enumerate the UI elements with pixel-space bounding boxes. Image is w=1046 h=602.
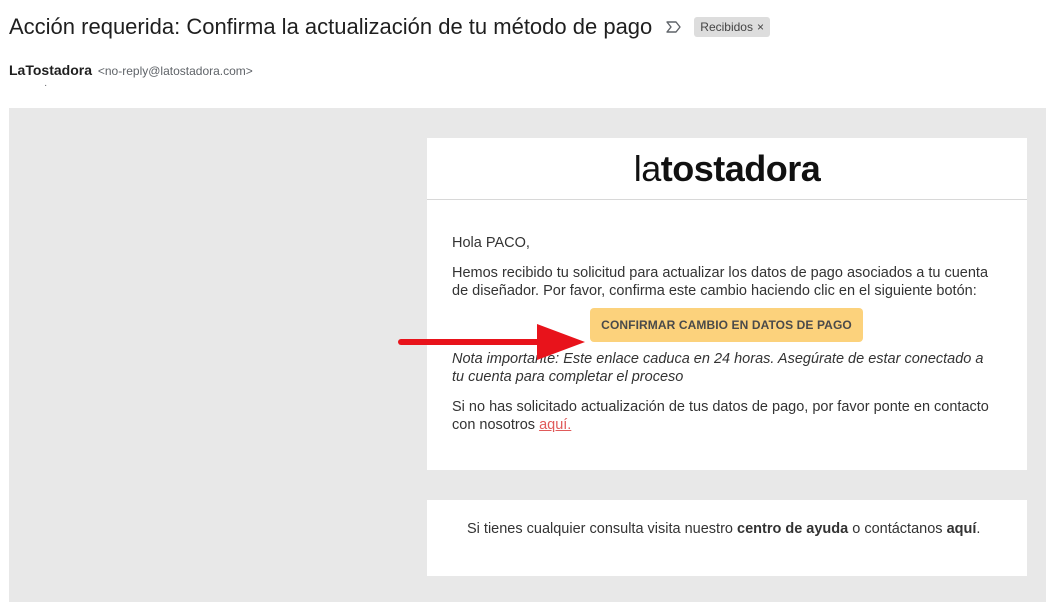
footer-text: Si tienes cualquier consulta visita nues… [467,520,987,538]
email-subject-row: Acción requerida: Confirma la actualizac… [9,10,770,44]
help-center-link[interactable]: centro de ayuda [737,521,848,537]
email-subject: Acción requerida: Confirma la actualizac… [9,14,653,39]
sender-row: LaTostadora <no-reply@latostadora.com> [9,62,253,78]
logo-main: tostadora [660,147,821,189]
confirm-payment-change-button[interactable]: CONFIRMAR CAMBIO EN DATOS DE PAGO [590,308,863,342]
footer-end: . [976,521,981,537]
contact-here-link[interactable]: aquí [947,521,977,537]
remove-label-icon[interactable]: × [757,20,764,34]
sender-name[interactable]: LaTostadora [9,62,92,78]
label-chip-inbox[interactable]: Recibidos × [694,17,770,37]
latostadora-logo: latostadora [634,148,821,190]
importance-marker-icon[interactable] [664,18,682,36]
message-header: latostadora [427,138,1027,200]
sender-email: <no-reply@latostadora.com> [97,64,253,78]
footer-text-1: Si tienes cualquier consulta visita nues… [467,521,738,537]
greeting: Hola PACO, [452,235,530,251]
label-chip-text: Recibidos [700,20,753,34]
footer-card: Si tienes cualquier consulta visita nues… [427,500,1027,576]
red-arrow-icon [398,324,585,360]
recipient-details-indicator[interactable]: · [44,80,47,91]
logo-prefix: la [633,147,662,189]
footer-text-2: o contáctanos [848,521,947,537]
intro-paragraph: Hemos recibido tu solicitud para actuali… [452,265,989,299]
contact-text: Si no has solicitado actualización de tu… [452,399,989,433]
contact-link[interactable]: aquí. [539,417,571,433]
contact-paragraph: Si no has solicitado actualización de tu… [452,398,997,434]
